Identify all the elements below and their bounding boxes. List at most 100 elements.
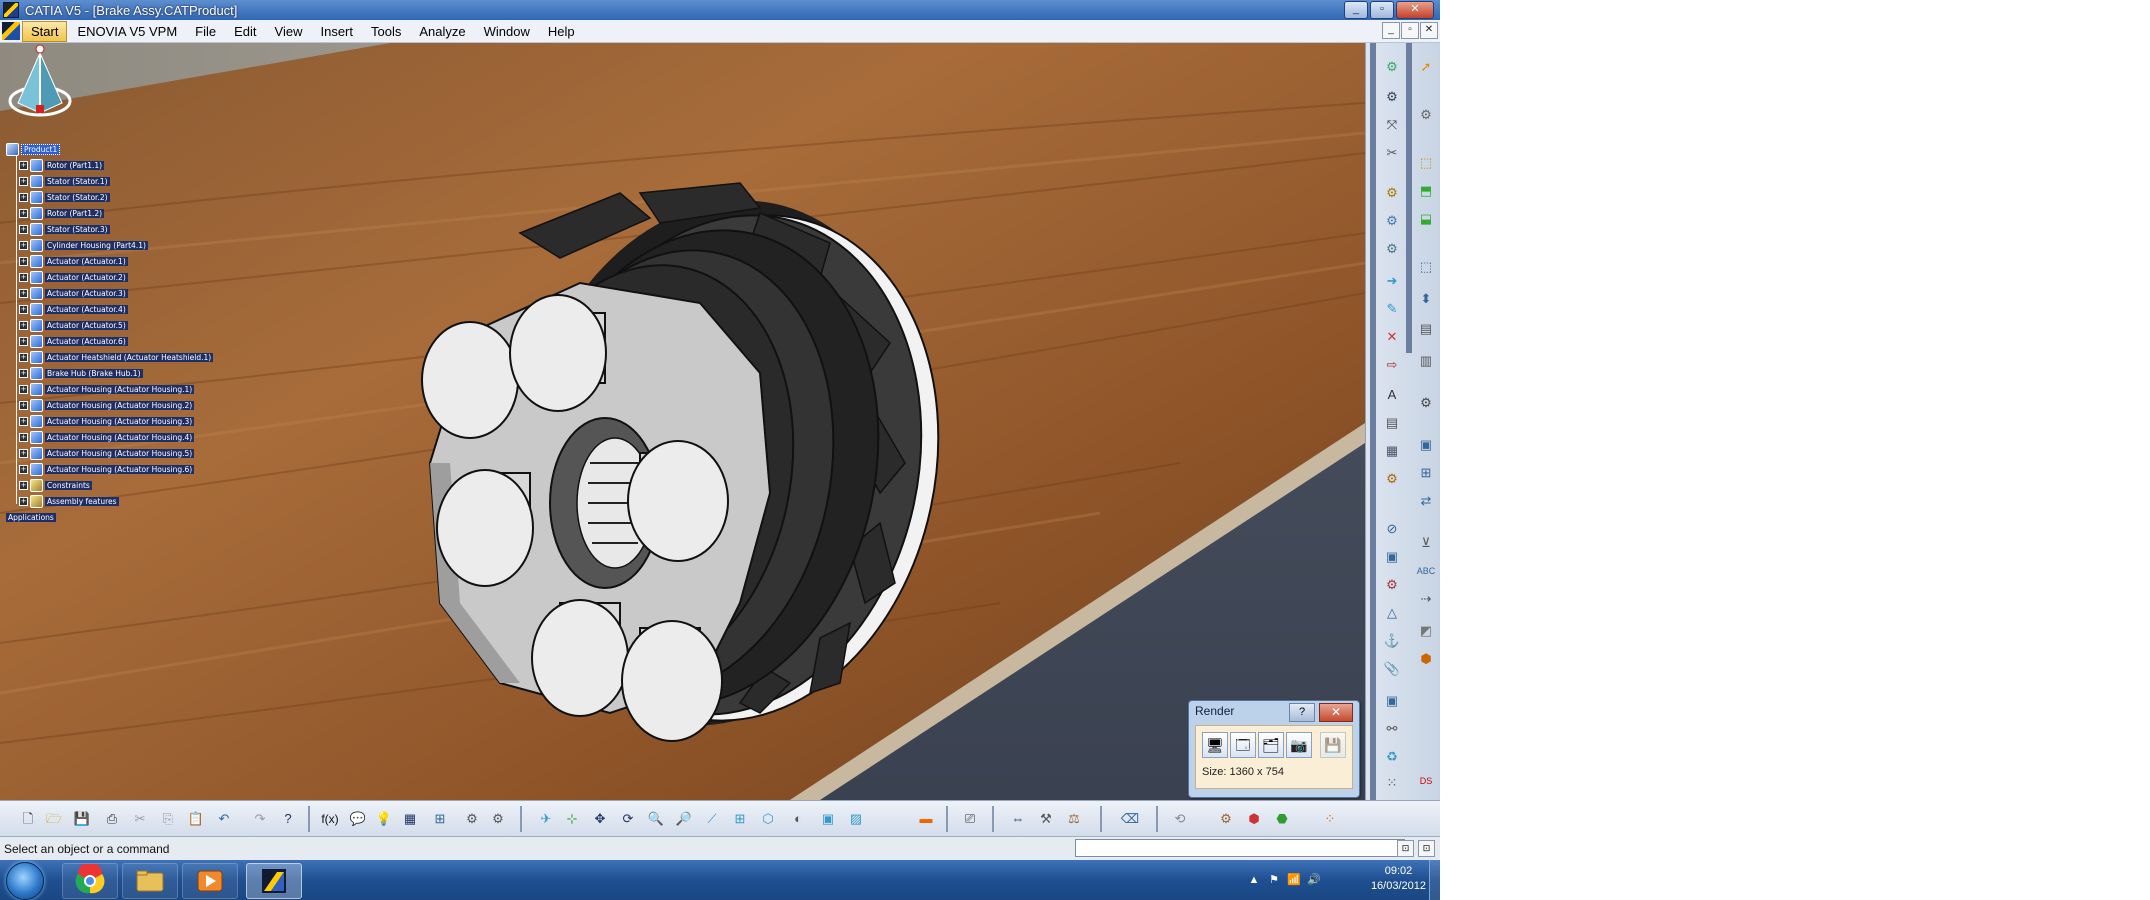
menu-edit[interactable]: Edit bbox=[226, 22, 264, 41]
tree-node-label[interactable]: Actuator Housing (Actuator Housing.5) bbox=[45, 448, 195, 458]
tree-node-label[interactable]: Actuator (Actuator.1) bbox=[45, 256, 128, 266]
swap-space-icon[interactable]: ▨ bbox=[846, 809, 866, 829]
menu-file[interactable]: File bbox=[187, 22, 224, 41]
fix-icon[interactable]: ⚓ bbox=[1382, 631, 1402, 651]
texture-icon[interactable]: ⬢ bbox=[1416, 649, 1436, 669]
menu-window[interactable]: Window bbox=[476, 22, 538, 41]
render-close-button[interactable]: ✕ bbox=[1319, 703, 1353, 722]
multi-instantiation-icon[interactable]: ⬍ bbox=[1416, 289, 1436, 309]
menu-help[interactable]: Help bbox=[540, 22, 583, 41]
settings-icon[interactable]: ⚙ bbox=[1416, 105, 1436, 125]
toolbar-handle[interactable] bbox=[1370, 43, 1376, 800]
flag-note-icon[interactable]: ⇢ bbox=[1416, 589, 1436, 609]
text-icon[interactable]: A bbox=[1382, 385, 1402, 405]
expand-icon[interactable]: + bbox=[19, 432, 28, 442]
whats-this-icon[interactable]: ? bbox=[278, 809, 298, 829]
cut-icon[interactable]: ✂ bbox=[130, 809, 150, 829]
render-camera-icon[interactable]: 📷 bbox=[1286, 732, 1312, 758]
bearing-icon[interactable]: ⚙ bbox=[462, 809, 482, 829]
tree-node[interactable]: + Actuator Housing (Actuator Housing.3) bbox=[6, 413, 213, 429]
catalog-icon[interactable]: ⚙ bbox=[1216, 809, 1236, 829]
tree-node-label[interactable]: Actuator (Actuator.4) bbox=[45, 304, 128, 314]
expand-icon[interactable]: + bbox=[19, 176, 28, 186]
zoom-out-icon[interactable]: 🔎 bbox=[674, 809, 694, 829]
tree-node-label[interactable]: Actuator Housing (Actuator Housing.6) bbox=[45, 464, 195, 474]
expand-icon[interactable]: + bbox=[19, 240, 28, 250]
sketch-icon[interactable]: ▣ bbox=[1416, 435, 1436, 455]
tree-node[interactable]: + Actuator Housing (Actuator Housing.6) bbox=[6, 461, 213, 477]
clip-icon[interactable]: 📎 bbox=[1382, 659, 1402, 679]
explorer-taskbar-icon[interactable] bbox=[122, 863, 178, 899]
tree-node[interactable]: + Actuator (Actuator.5) bbox=[6, 317, 213, 333]
redo-icon[interactable]: ↷ bbox=[250, 809, 270, 829]
tree-root-label[interactable]: Product1 bbox=[21, 143, 61, 155]
toolbar-handle[interactable] bbox=[1406, 43, 1412, 353]
fit-all-icon[interactable]: ⊹ bbox=[562, 809, 582, 829]
tree-node[interactable]: + Actuator Housing (Actuator Housing.1) bbox=[6, 381, 213, 397]
menu-start[interactable]: Start bbox=[22, 20, 68, 42]
tree-node[interactable]: + Actuator Housing (Actuator Housing.4) bbox=[6, 429, 213, 445]
stack-icon[interactable]: ▤ bbox=[1382, 413, 1402, 433]
tree-node-label[interactable]: Actuator (Actuator.5) bbox=[45, 320, 128, 330]
hierarchy-icon[interactable]: ⊞ bbox=[430, 809, 450, 829]
grid-icon[interactable]: ⁘ bbox=[1320, 809, 1340, 829]
minimize-button[interactable]: _ bbox=[1344, 1, 1368, 19]
copy-icon[interactable]: ⎘ bbox=[158, 809, 178, 829]
menu-analyze[interactable]: Analyze bbox=[411, 22, 473, 41]
tree-root[interactable]: Product1 bbox=[6, 141, 213, 157]
tree-node[interactable]: + Rotor (Part1.1) bbox=[6, 157, 213, 173]
tree-node[interactable]: + Actuator (Actuator.1) bbox=[6, 253, 213, 269]
tree-node-label[interactable]: Actuator (Actuator.2) bbox=[45, 272, 128, 282]
expand-icon[interactable]: + bbox=[19, 272, 28, 282]
tree-node-label[interactable]: Rotor (Part1.1) bbox=[45, 160, 105, 170]
expand-icon[interactable]: + bbox=[19, 480, 28, 490]
network-icon[interactable]: 📶 bbox=[1287, 873, 1301, 887]
eraser-icon[interactable]: ⌫ bbox=[1120, 809, 1140, 829]
menu-view[interactable]: View bbox=[267, 22, 311, 41]
menu-insert[interactable]: Insert bbox=[312, 22, 361, 41]
part-insert-icon[interactable]: ⬚ bbox=[1416, 153, 1436, 173]
doc-close-button[interactable]: ✕ bbox=[1420, 22, 1438, 39]
normal-view-icon[interactable]: ⟋ bbox=[702, 809, 722, 829]
fit-icon[interactable]: ⤧ bbox=[1382, 115, 1402, 135]
pattern-icon[interactable]: ⁙ bbox=[1382, 773, 1402, 793]
hide-show-icon[interactable]: ▣ bbox=[818, 809, 838, 829]
expand-icon[interactable]: + bbox=[19, 288, 28, 298]
3d-viewport[interactable]: Product1 + Rotor (Part1.1) + Stator (Stato… bbox=[0, 43, 1365, 800]
tree-node[interactable]: + Actuator Heatshield (Actuator Heatshiel… bbox=[6, 349, 214, 365]
tree-node-label[interactable]: Actuator Housing (Actuator Housing.1) bbox=[45, 384, 195, 394]
show-desktop-button[interactable] bbox=[1429, 860, 1440, 900]
tree-node[interactable]: + Actuator (Actuator.3) bbox=[6, 285, 213, 301]
tree-node-label[interactable]: Actuator Housing (Actuator Housing.3) bbox=[45, 416, 195, 426]
sheet-icon[interactable]: ⎚ bbox=[960, 809, 980, 829]
tree-node[interactable]: + Actuator (Actuator.2) bbox=[6, 269, 213, 285]
tree-node-label[interactable]: Cylinder Housing (Part4.1) bbox=[45, 240, 148, 250]
apply-material-icon[interactable]: ⬢ bbox=[1244, 809, 1264, 829]
tree-node-label[interactable]: Stator (Stator.2) bbox=[45, 192, 110, 202]
compass-icon[interactable] bbox=[0, 43, 80, 133]
update-icon[interactable]: ▣ bbox=[1382, 691, 1402, 711]
shading-icon[interactable]: ◩ bbox=[1416, 621, 1436, 641]
weight-icon[interactable]: ⚖ bbox=[1064, 809, 1084, 829]
new-file-icon[interactable]: 🗋 bbox=[18, 809, 38, 829]
scene-icon[interactable]: ⚙ bbox=[1416, 393, 1436, 413]
iso-view-icon[interactable]: ⬡ bbox=[758, 809, 778, 829]
formula-icon[interactable]: f(x) bbox=[320, 809, 340, 829]
new-product-icon[interactable]: ⬒ bbox=[1416, 181, 1436, 201]
tree-node[interactable]: + Brake Hub (Brake Hub.1) bbox=[6, 365, 213, 381]
tree-node[interactable]: + Stator (Stator.1) bbox=[6, 173, 213, 189]
expand-icon[interactable]: + bbox=[19, 208, 28, 218]
restore-button[interactable]: ▫ bbox=[1370, 1, 1394, 19]
existing-component-icon[interactable]: ⬚ bbox=[1416, 257, 1436, 277]
document-icon[interactable]: ▤ bbox=[1416, 319, 1436, 339]
component-icon[interactable]: ⚙ bbox=[1382, 183, 1402, 203]
comment-icon[interactable]: 💬 bbox=[348, 809, 368, 829]
menu-enovia[interactable]: ENOVIA V5 VPM bbox=[69, 22, 185, 41]
expand-icon[interactable]: + bbox=[19, 192, 28, 202]
tree-node[interactable]: + Stator (Stator.3) bbox=[6, 221, 213, 237]
graph-tree-icon[interactable]: ▥ bbox=[1416, 351, 1436, 371]
annotation-text-icon[interactable]: ABC bbox=[1416, 561, 1436, 581]
coincidence-icon[interactable]: ⊘ bbox=[1382, 519, 1402, 539]
tree-node-label[interactable]: Brake Hub (Brake Hub.1) bbox=[45, 368, 143, 378]
tree-node-applications[interactable]: Applications bbox=[6, 509, 213, 525]
